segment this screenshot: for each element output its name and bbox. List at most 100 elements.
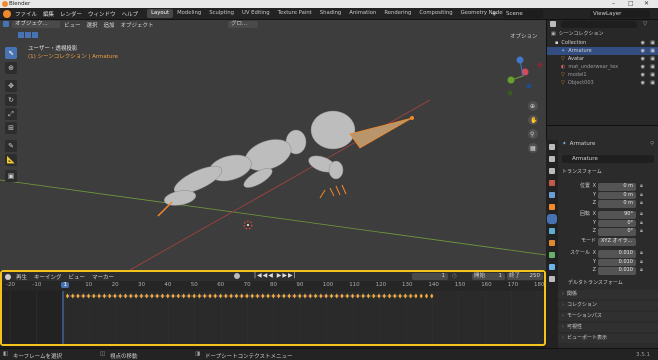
- value-field[interactable]: 0.010: [598, 250, 636, 258]
- visibility-eye-icon[interactable]: ◉: [641, 64, 645, 70]
- keyframe-marker[interactable]: [108, 293, 112, 299]
- value-field[interactable]: 0°: [598, 219, 636, 227]
- editor-type-icon[interactable]: [3, 21, 9, 27]
- keyframe-marker[interactable]: [340, 293, 344, 299]
- keyframe-marker[interactable]: [424, 293, 429, 299]
- value-field[interactable]: 90°: [598, 211, 636, 219]
- menu-item-2[interactable]: レンダー: [60, 10, 82, 18]
- keyframe-marker[interactable]: [303, 293, 307, 299]
- filter-icon[interactable]: ▽: [643, 21, 647, 27]
- measure-tool-icon[interactable]: 📐: [5, 154, 17, 166]
- render-camera-icon[interactable]: ▣: [650, 64, 655, 70]
- keyframe-marker[interactable]: [356, 293, 360, 299]
- keyframe-marker[interactable]: [102, 293, 106, 299]
- properties-tab-9-icon[interactable]: [549, 252, 555, 258]
- keyframe-marker[interactable]: [287, 293, 291, 299]
- keyframe-marker[interactable]: [361, 293, 365, 299]
- menu-item-1[interactable]: 編集: [43, 10, 54, 18]
- rotation-mode-select[interactable]: XYZ オイラ...: [598, 238, 636, 246]
- move-tool-icon[interactable]: ✥: [5, 80, 17, 92]
- workspace-tab-6[interactable]: Animation: [345, 9, 380, 18]
- render-camera-icon[interactable]: ▣: [650, 56, 655, 62]
- outliner-item-mat_underwear_tex[interactable]: ◐ mat_underwear_tex ◉ ▣: [547, 63, 658, 71]
- keyframe-marker[interactable]: [145, 293, 149, 299]
- properties-tab-0-icon[interactable]: [549, 144, 555, 150]
- cursor-tool-icon[interactable]: ⊕: [5, 62, 17, 74]
- properties-tab-7-icon[interactable]: [549, 228, 555, 234]
- minimize-icon[interactable]: –: [612, 0, 615, 7]
- lock-icon[interactable]: 🔒︎: [640, 220, 643, 227]
- menu-item-0[interactable]: ファイル: [15, 10, 37, 18]
- viewport-menu-item-1[interactable]: 選択: [87, 21, 98, 29]
- properties-section-2[interactable]: › モーションパス: [558, 312, 658, 321]
- keyframe-marker[interactable]: [208, 293, 212, 299]
- keyframe-marker[interactable]: [134, 293, 138, 299]
- viewlayer-selector[interactable]: ViewLayer: [590, 10, 650, 18]
- rotate-tool-icon[interactable]: ↻: [5, 94, 17, 106]
- value-field[interactable]: 0°: [598, 228, 636, 236]
- current-frame-field[interactable]: 1: [412, 273, 448, 280]
- scene-icon[interactable]: ◈: [492, 10, 497, 17]
- properties-tab-3-icon[interactable]: [549, 180, 555, 186]
- visibility-eye-icon[interactable]: ◉: [641, 56, 645, 62]
- keyframe-marker[interactable]: [250, 293, 254, 299]
- menu-item-4[interactable]: ヘルプ: [122, 10, 139, 18]
- keyframe-marker[interactable]: [139, 293, 143, 299]
- keyframe-marker[interactable]: [218, 293, 223, 299]
- keyframe-marker[interactable]: [350, 293, 355, 299]
- properties-section-1[interactable]: › コレクション: [558, 301, 658, 310]
- outliner-item-object003[interactable]: ▽ Object003 ◉ ▣: [547, 79, 658, 87]
- keyframe-marker[interactable]: [277, 293, 281, 299]
- keyframe-marker[interactable]: [176, 293, 180, 299]
- outliner-scene-collection[interactable]: ▣ シーンコレクション: [547, 30, 658, 38]
- keyframe-marker[interactable]: [414, 293, 418, 299]
- value-field[interactable]: 0.010: [598, 267, 636, 275]
- keyframe-marker[interactable]: [166, 293, 170, 299]
- render-camera-icon[interactable]: ▣: [650, 80, 655, 86]
- render-camera-icon[interactable]: ▣: [650, 40, 655, 46]
- select-tool-icon[interactable]: ⬉: [5, 47, 17, 59]
- visibility-eye-icon[interactable]: ◉: [641, 80, 645, 86]
- value-field[interactable]: 0 m: [598, 191, 636, 199]
- keyframe-marker[interactable]: [171, 293, 175, 299]
- keyframe-marker[interactable]: [430, 293, 434, 299]
- keyframe-marker[interactable]: [229, 293, 233, 299]
- workspace-tab-5[interactable]: Shading: [316, 9, 346, 18]
- keyframe-marker[interactable]: [92, 293, 96, 299]
- visibility-eye-icon[interactable]: ◉: [641, 48, 645, 54]
- workspace-tab-2[interactable]: Sculpting: [205, 9, 238, 18]
- start-frame-field[interactable]: 開始 1: [472, 273, 505, 280]
- keyframe-marker[interactable]: [155, 293, 159, 299]
- object-mode-selector[interactable]: オブジェク...: [12, 21, 60, 28]
- properties-tab-11-icon[interactable]: [549, 276, 555, 282]
- render-camera-icon[interactable]: ▣: [650, 72, 655, 78]
- properties-section-4[interactable]: › ビューポート表示: [558, 334, 658, 343]
- lock-icon[interactable]: 🔒︎: [640, 250, 643, 257]
- keyframe-marker[interactable]: [366, 293, 370, 299]
- keyframe-marker[interactable]: [409, 293, 413, 299]
- maximize-icon[interactable]: □: [628, 0, 634, 7]
- properties-tab-1-icon[interactable]: [549, 156, 555, 162]
- properties-tab-8-icon[interactable]: [549, 240, 555, 246]
- lock-icon[interactable]: 🔒︎: [640, 259, 643, 266]
- keyframe-marker[interactable]: [65, 293, 70, 299]
- outliner-editor-icon[interactable]: [550, 21, 556, 27]
- properties-section-0[interactable]: › 関係: [558, 290, 658, 299]
- lock-icon[interactable]: 🔒︎: [640, 211, 643, 218]
- blender-menu-icon[interactable]: [3, 9, 11, 18]
- keyframe-marker[interactable]: [240, 293, 244, 299]
- select-subtract-mode-icon[interactable]: [32, 32, 38, 38]
- outliner[interactable]: ▽ ▣ シーンコレクション ▪ Collection ◉ ▣ ✦ Armature ◉ ▣ ▽ Ava…: [546, 20, 658, 125]
- render-camera-icon[interactable]: ▣: [650, 48, 655, 54]
- keyframe-marker[interactable]: [419, 293, 423, 299]
- visibility-eye-icon[interactable]: ◉: [641, 40, 645, 46]
- workspace-tab-8[interactable]: Compositing: [415, 9, 456, 18]
- lock-icon[interactable]: 🔒︎: [640, 192, 643, 199]
- keyframe-marker[interactable]: [261, 293, 265, 299]
- keyframe-marker[interactable]: [160, 293, 165, 299]
- keyframe-marker[interactable]: [377, 293, 381, 299]
- keyframe-marker[interactable]: [329, 293, 334, 299]
- frame-ruler[interactable]: -20 -10 1 10 20 30 40 50 60 70 80 90 100 110 120 130 140…: [2, 281, 545, 291]
- keyframe-marker[interactable]: [129, 293, 133, 299]
- keyframe-marker[interactable]: [308, 293, 312, 299]
